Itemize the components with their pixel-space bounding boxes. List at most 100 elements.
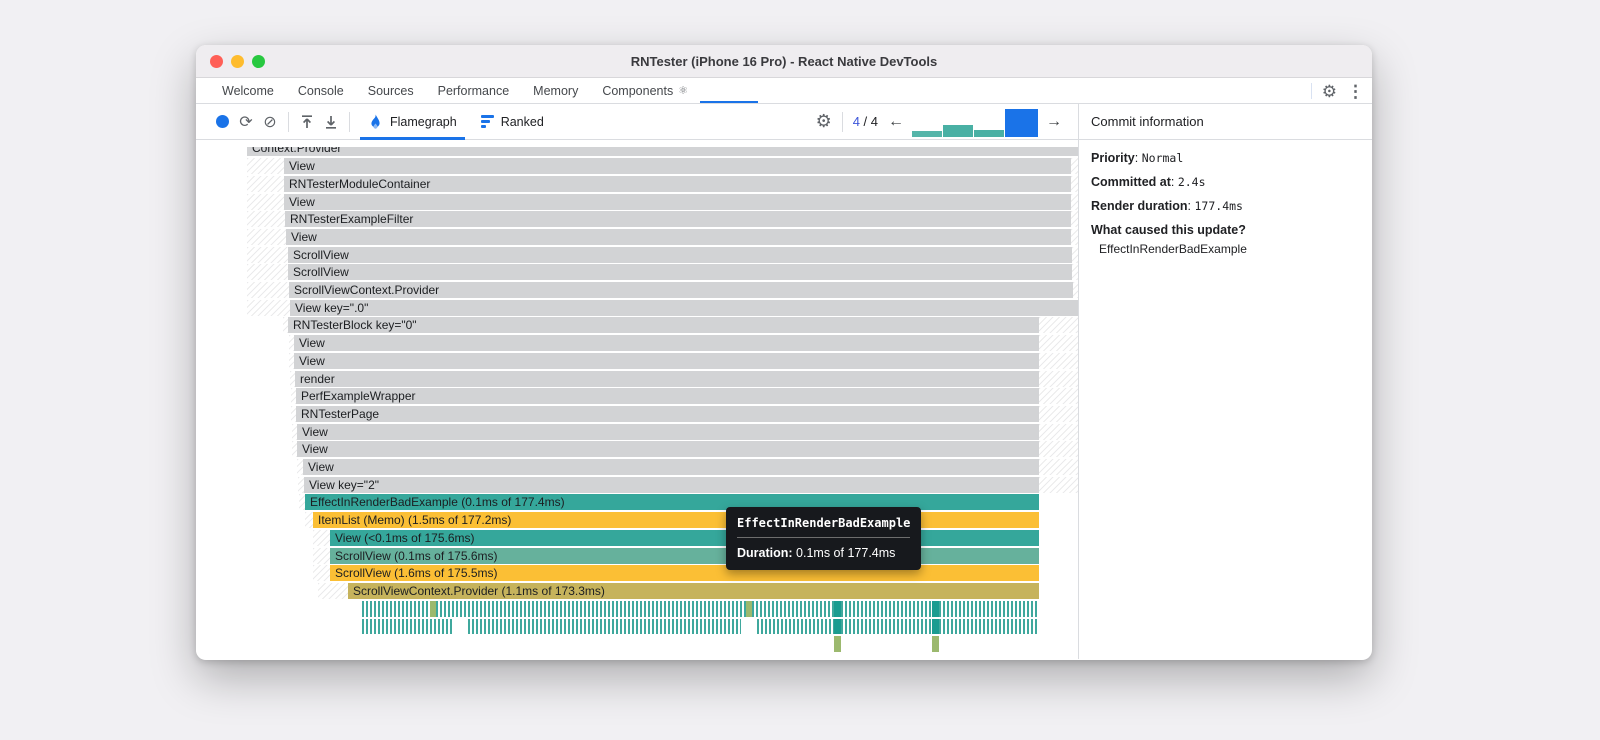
flame-bar[interactable]: EffectInRenderBadExample (0.1ms of 177.4… [305,494,1039,511]
flame-micro-bars [932,601,939,617]
flame-bar[interactable]: RNTesterExampleFilter [285,211,1071,228]
flame-bar[interactable]: ScrollView (1.6ms of 175.5ms) [330,565,1039,582]
flame-hatch [1039,335,1078,352]
flame-micro-bars [362,618,452,634]
flame-hatch [247,282,289,298]
flame-hatch [305,512,313,529]
flame-hatch [1039,388,1078,405]
record-button[interactable] [210,110,234,134]
tooltip-divider [737,537,911,538]
profiler-pane: ⟳ ⊘ Flamegraph Ranked ⚙ 4 / 4 ← → Contex… [196,104,1078,659]
flame-bar[interactable]: View key=".0" [290,299,1078,316]
react-icon: ⚛ [678,85,689,97]
flame-bar[interactable]: ScrollView [288,264,1072,281]
kebab-menu-icon[interactable]: ⋮ [1347,83,1364,100]
record-dot-icon [215,115,229,128]
flame-bar[interactable]: View [297,441,1039,458]
flame-hatch [1039,459,1078,475]
tab-performance[interactable]: Performance [426,78,522,103]
flame-bar[interactable]: View [297,423,1039,440]
flame-bar[interactable]: View [286,228,1071,245]
flame-bar[interactable]: ScrollView (0.1ms of 175.6ms) [330,547,1039,564]
save-profile-button[interactable] [319,110,343,134]
window-controls [210,55,265,68]
ranked-icon [480,115,494,128]
commit-bar-3[interactable] [974,129,1004,137]
tab-components[interactable]: Components ⚛ [590,78,700,103]
flame-hatch [247,264,288,281]
flamegraph-tab[interactable]: Flamegraph [356,104,469,140]
tooltip-duration: Duration: 0.1ms of 177.4ms [737,546,896,560]
flame-micro-bars [834,636,841,652]
flame-micro-bars [468,618,741,634]
close-window-button[interactable] [210,55,223,68]
commit-bar-2[interactable] [943,124,973,137]
flame-micro-bars [939,601,1039,617]
download-icon [326,115,336,129]
flame-hatch [1073,282,1078,298]
flame-bar[interactable]: RNTesterBlock key="0" [288,317,1039,334]
ranked-tab-label: Ranked [500,114,544,129]
divider [1310,83,1312,99]
flame-hatch [247,211,285,228]
flame-micro-bars [841,601,932,617]
flame-hatch [1071,228,1078,245]
profiler-toolbar: ⟳ ⊘ Flamegraph Ranked ⚙ 4 / 4 ← → [196,104,1078,140]
flame-bar[interactable]: PerfExampleWrapper [296,388,1039,405]
tab-sources[interactable]: Sources [356,78,426,103]
flame-bar[interactable]: View [284,158,1071,175]
zoom-window-button[interactable] [252,55,265,68]
flame-micro-bars [932,636,939,652]
flame-bar[interactable]: View [284,193,1071,210]
flame-hatch [247,299,290,316]
flame-hatch [313,547,330,564]
flame-bar[interactable]: render [295,370,1039,387]
flame-tooltip: EffectInRenderBadExample Duration: 0.1ms… [726,507,922,570]
flame-micro-bars [362,601,430,617]
flamegraph-tab-label: Flamegraph [390,114,457,129]
flame-micro-bars [841,618,932,634]
commit-bar-4[interactable] [1005,108,1038,137]
commit-bar-1[interactable] [912,130,942,137]
flame-bar[interactable]: RNTesterModuleContainer [284,175,1071,192]
tab-console[interactable]: Console [286,78,356,103]
tab-memory[interactable]: Memory [521,78,590,103]
devtools-window: RNTester (iPhone 16 Pro) - React Native … [196,45,1372,660]
tab-welcome[interactable]: Welcome [210,78,286,103]
flame-hatch [1071,158,1078,175]
flame-bar[interactable]: ScrollViewContext.Provider (1.1ms of 173… [348,582,1039,599]
flame-hatch [247,246,288,263]
minimize-window-button[interactable] [231,55,244,68]
flame-hatch [1071,211,1078,228]
ranked-tab[interactable]: Ranked [469,104,556,140]
flame-hatch [1039,352,1078,369]
update-cause-component[interactable]: EffectInRenderBadExample [1091,242,1360,256]
clear-profile-button[interactable]: ⊘ [258,110,282,134]
flame-micro-bars [834,601,841,617]
flame-bar[interactable]: View [294,352,1039,369]
flame-bar[interactable]: RNTesterPage [296,405,1039,422]
flame-bar[interactable]: View key="2" [304,476,1039,493]
load-profile-button[interactable] [295,110,319,134]
settings-gear-icon[interactable]: ⚙ [1322,83,1337,100]
profiler-settings-gear-icon[interactable]: ⚙ [812,110,836,134]
divider [841,111,843,132]
flame-bar[interactable]: ItemList (Memo) (1.5ms of 177.2ms) [313,512,1039,529]
commit-selector[interactable] [912,107,1038,137]
flame-bar[interactable]: View [294,335,1039,352]
flame-hatch [313,529,330,546]
flame-bar[interactable]: Context.Provider [247,147,1078,157]
flame-bar[interactable]: View (<0.1ms of 175.6ms) [330,529,1039,546]
flame-bar[interactable]: ScrollViewContext.Provider [289,282,1073,298]
flame-micro-bars [752,601,834,617]
next-commit-button[interactable]: → [1040,113,1068,131]
previous-commit-button[interactable]: ← [882,113,910,131]
divider [288,111,289,132]
flame-hatch [1071,175,1078,192]
flame-bar[interactable]: ScrollView [288,246,1072,263]
reload-and-profile-button[interactable]: ⟳ [234,110,258,134]
tab-profiler-selected[interactable] [700,78,759,103]
flame-hatch [1072,246,1078,263]
flame-hatch [1071,193,1078,210]
flame-bar[interactable]: View [303,459,1039,475]
